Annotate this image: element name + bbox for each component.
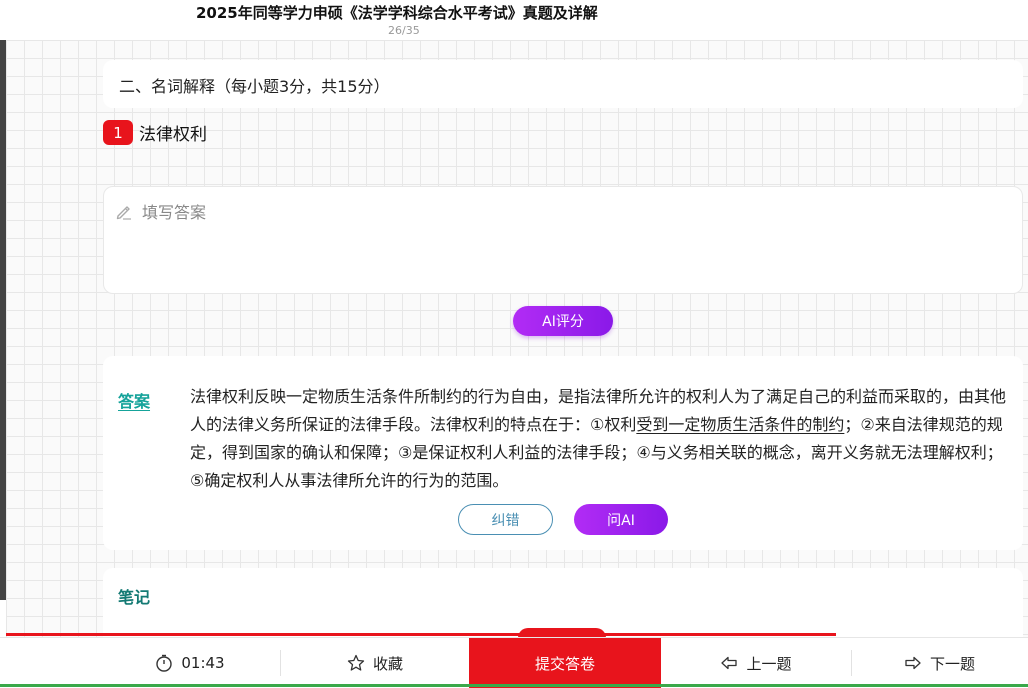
ask-ai-button[interactable]: 问AI [574,504,668,535]
next-question-button[interactable]: 下一题 [851,638,1028,688]
pencil-icon [114,201,134,221]
answer-text-underlined: 受到一定物质生活条件的制约 [636,415,845,434]
progress-line [6,633,836,636]
section-header-card: 二、名词解释（每小题3分，共15分） [103,60,1023,108]
ai-score-button[interactable]: AI评分 [513,306,613,336]
top-header: 2025年同等学力申硕《法学学科综合水平考试》真题及详解 26/35 [0,0,1028,41]
favorite-button[interactable]: 收藏 [280,638,470,688]
timer: 01:43 [100,638,280,688]
answer-label: 答案 [118,392,151,411]
notes-label: 笔记 [118,588,151,607]
prev-question-button[interactable]: 上一题 [661,638,851,688]
stopwatch-icon [155,654,173,672]
page-counter: 26/35 [388,24,420,37]
bottom-toolbar: 01:43 收藏 提交答卷 上一题 下一题 [0,637,1028,688]
star-icon [347,654,365,672]
favorite-label: 收藏 [372,654,403,673]
answer-placeholder: 填写答案 [142,203,207,222]
timer-value: 01:43 [181,654,225,672]
arrow-left-icon [720,654,738,672]
answer-input-area[interactable]: 填写答案 [103,186,1023,294]
answer-card: 答案 法律权利反映一定物质生活条件所制约的行为自由，是指法律所允许的权利人为了满… [103,356,1023,550]
next-label: 下一题 [929,654,975,673]
question-text: 法律权利 [139,125,207,145]
arrow-right-icon [904,654,922,672]
answer-text: 法律权利反映一定物质生活条件所制约的行为自由，是指法律所允许的权利人为了满足自己… [190,383,1008,495]
section-title: 二、名词解释（每小题3分，共15分） [119,77,390,96]
page-title: 2025年同等学力申硕《法学学科综合水平考试》真题及详解 [196,4,598,22]
report-error-button[interactable]: 纠错 [458,504,553,535]
prev-label: 上一题 [746,654,792,673]
submit-button[interactable]: 提交答卷 [469,638,661,688]
question-number-badge: 1 [103,120,133,145]
